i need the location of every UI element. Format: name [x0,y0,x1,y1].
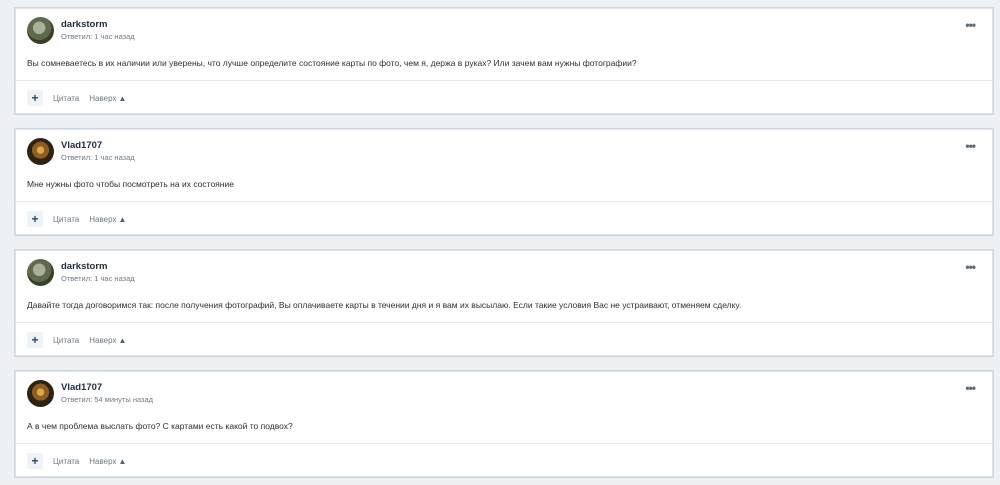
post-divider [15,322,993,323]
more-icon[interactable]: ••• [965,260,976,274]
top-label: Наверх [89,93,117,103]
post-divider [15,443,993,444]
quote-button[interactable]: Цитата [53,94,79,103]
top-label: Наверх [89,335,117,345]
post-actions: + Цитата Наверх ▲ [27,332,126,348]
post-card: Vlad1707 Ответил: 1 час назад ••• Мне ну… [14,128,994,236]
post-content: Давайте тогда договоримся так: после пол… [27,300,742,310]
author-name[interactable]: darkstorm [61,261,107,272]
quote-button[interactable]: Цитата [53,215,79,224]
post-content: Мне нужны фото чтобы посмотреть на их со… [27,179,234,189]
thread-container: darkstorm Ответил: 1 час назад ••• Вы со… [0,0,1000,485]
arrow-up-icon: ▲ [118,456,127,466]
top-link[interactable]: Наверх ▲ [89,336,126,345]
avatar[interactable] [27,17,54,44]
post-meta: Ответил: 1 час назад [61,274,135,283]
author-name[interactable]: Vlad1707 [61,140,102,151]
more-icon[interactable]: ••• [965,139,976,153]
post-card: darkstorm Ответил: 1 час назад ••• Давай… [14,249,994,357]
post-card: Vlad1707 Ответил: 54 минуты назад ••• А … [14,370,994,478]
top-link[interactable]: Наверх ▲ [89,457,126,466]
post-card: darkstorm Ответил: 1 час назад ••• Вы со… [14,7,994,115]
add-reaction-button[interactable]: + [27,211,43,227]
post-meta: Ответил: 54 минуты назад [61,395,154,404]
add-reaction-button[interactable]: + [27,453,43,469]
avatar[interactable] [27,138,54,165]
post-actions: + Цитата Наверх ▲ [27,90,126,106]
quote-button[interactable]: Цитата [53,336,79,345]
quote-button[interactable]: Цитата [53,457,79,466]
post-content: Вы сомневаетесь в их наличии или уверены… [27,58,637,68]
top-link[interactable]: Наверх ▲ [89,215,126,224]
author-name[interactable]: Vlad1707 [61,382,102,393]
post-actions: + Цитата Наверх ▲ [27,211,126,227]
post-actions: + Цитата Наверх ▲ [27,453,126,469]
top-link[interactable]: Наверх ▲ [89,94,126,103]
avatar[interactable] [27,259,54,286]
top-label: Наверх [89,214,117,224]
arrow-up-icon: ▲ [118,335,127,345]
more-icon[interactable]: ••• [965,18,976,32]
post-divider [15,80,993,81]
add-reaction-button[interactable]: + [27,90,43,106]
arrow-up-icon: ▲ [118,93,127,103]
post-meta: Ответил: 1 час назад [61,153,135,162]
avatar[interactable] [27,380,54,407]
author-name[interactable]: darkstorm [61,19,107,30]
add-reaction-button[interactable]: + [27,332,43,348]
arrow-up-icon: ▲ [118,214,127,224]
post-divider [15,201,993,202]
post-meta: Ответил: 1 час назад [61,32,135,41]
more-icon[interactable]: ••• [965,381,976,395]
top-label: Наверх [89,456,117,466]
post-content: А в чем проблема выслать фото? С картами… [27,421,293,431]
